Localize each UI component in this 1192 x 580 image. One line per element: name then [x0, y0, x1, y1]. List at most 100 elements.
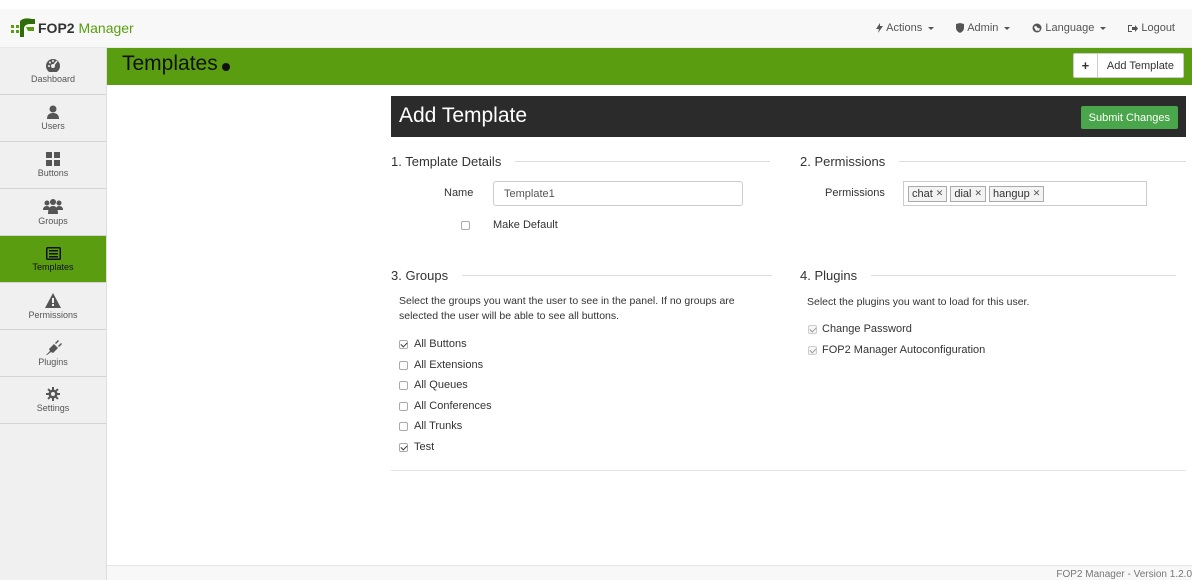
gear-icon: [46, 387, 60, 401]
group-label: All Trunks: [414, 420, 463, 432]
plugin-checkbox-autoconfiguration[interactable]: [808, 346, 817, 355]
plug-icon: [46, 339, 62, 355]
footer-version: FOP2 Manager - Version 1.2.0: [1056, 569, 1192, 580]
grid-icon: [46, 152, 60, 166]
sidebar: Dashboard Users Buttons Groups Templates…: [0, 48, 107, 580]
group-checkbox-all-conferences[interactable]: [399, 402, 408, 411]
permission-tag: dial ✕: [950, 185, 987, 202]
panel-title: Add Template: [399, 104, 528, 127]
plugin-label: Change Password: [822, 323, 912, 335]
user-icon: [47, 105, 59, 119]
make-default-checkbox[interactable]: [461, 221, 470, 230]
top-navbar: FOP2 Manager Actions Admin Language Logo…: [0, 0, 1192, 48]
sidebar-item-groups[interactable]: Groups: [0, 189, 106, 236]
add-template-panel-header: Add Template Submit Changes: [391, 96, 1186, 137]
sidebar-item-buttons[interactable]: Buttons: [0, 142, 106, 189]
group-label: All Extensions: [414, 359, 484, 371]
sidebar-label: Dashboard: [30, 74, 76, 84]
page-title: Templates: [122, 52, 230, 76]
plugin-checkbox-change-password[interactable]: [808, 325, 817, 334]
sidebar-item-templates[interactable]: Templates: [0, 236, 106, 283]
remove-tag-icon[interactable]: ✕: [974, 188, 982, 199]
add-template-label: Add Template: [1106, 59, 1174, 72]
section-heading: 4. Plugins: [800, 268, 858, 283]
plugin-label: FOP2 Manager Autoconfiguration: [822, 344, 986, 356]
caret-down-icon: [1100, 26, 1107, 30]
group-label: All Queues: [414, 379, 468, 391]
page-header: Templates + Add Template: [107, 48, 1192, 85]
group-icon: [43, 198, 63, 214]
add-template-button[interactable]: + Add Template: [1072, 53, 1184, 78]
shield-icon: [956, 23, 965, 33]
sidebar-label: Permissions: [28, 309, 78, 320]
list-icon: [45, 246, 61, 260]
panel-bottom-divider: [391, 470, 1186, 471]
actions-label: Actions: [886, 22, 923, 34]
section-plugins: 4. Plugins: [800, 268, 1177, 283]
group-checkbox-all-trunks[interactable]: [399, 422, 408, 431]
group-label: All Conferences: [414, 400, 492, 412]
section-groups: 3. Groups: [391, 268, 773, 283]
group-checkbox-all-buttons[interactable]: [399, 340, 408, 349]
permissions-tag-input[interactable]: chat ✕ dial ✕ hangup ✕: [903, 181, 1147, 206]
group-checkbox-all-queues[interactable]: [399, 381, 408, 390]
section-permissions: 2. Permissions: [800, 154, 1187, 169]
section-heading: 1. Template Details: [391, 154, 502, 169]
template-name-input[interactable]: Template1: [493, 181, 743, 206]
plugins-description: Select the plugins you want to load for …: [807, 296, 1030, 308]
section-divider: [899, 161, 1187, 162]
make-default-label: Make Default: [493, 219, 558, 231]
group-label: Test: [414, 441, 435, 453]
brand-name: FOP2 Manager: [38, 20, 134, 36]
tag-text: dial: [954, 187, 972, 200]
submit-changes-button[interactable]: Submit Changes: [1080, 106, 1178, 129]
sidebar-label: Settings: [36, 403, 70, 413]
bolt-icon: [876, 23, 884, 33]
sidebar-item-permissions[interactable]: Permissions: [0, 283, 106, 330]
remove-tag-icon[interactable]: ✕: [1033, 188, 1041, 199]
sidebar-item-dashboard[interactable]: Dashboard: [0, 48, 106, 95]
section-template-details: 1. Template Details: [391, 154, 771, 169]
group-label: All Buttons: [414, 338, 467, 350]
plus-icon: +: [1074, 54, 1098, 77]
tag-text: hangup: [993, 187, 1030, 200]
footer: FOP2 Manager - Version 1.2.0: [107, 565, 1192, 580]
page-title-text: Templates: [122, 52, 218, 75]
sidebar-item-settings[interactable]: Settings: [0, 377, 106, 424]
sidebar-item-users[interactable]: Users: [0, 95, 106, 142]
section-divider: [871, 275, 1177, 276]
sidebar-label: Buttons: [37, 168, 69, 178]
tag-text: chat: [912, 187, 933, 200]
sidebar-item-plugins[interactable]: Plugins: [0, 330, 106, 377]
sidebar-label: Users: [41, 121, 65, 131]
permission-tag: hangup ✕: [989, 185, 1045, 202]
permissions-label: Permissions: [825, 187, 885, 199]
group-checkbox-test[interactable]: [399, 443, 408, 452]
permission-tag: chat ✕: [908, 185, 948, 202]
sidebar-label: Templates: [32, 261, 74, 272]
brand[interactable]: FOP2 Manager: [10, 14, 134, 42]
dashboard-icon: [46, 59, 60, 72]
groups-description: Select the groups you want the user to s…: [399, 294, 735, 324]
sidebar-label: Groups: [38, 215, 68, 226]
warning-icon: [45, 292, 61, 308]
logout-icon: [1128, 24, 1139, 32]
info-icon[interactable]: [221, 63, 230, 71]
remove-tag-icon[interactable]: ✕: [936, 188, 944, 199]
name-label: Name: [444, 187, 474, 199]
caret-down-icon: [1004, 26, 1011, 30]
admin-label: Admin: [967, 22, 999, 34]
section-divider: [462, 275, 773, 276]
section-heading: 3. Groups: [391, 268, 449, 283]
group-checkbox-all-extensions[interactable]: [399, 361, 408, 370]
logout-link[interactable]: Logout: [1117, 22, 1186, 34]
logout-label: Logout: [1141, 22, 1175, 34]
section-heading: 2. Permissions: [800, 154, 886, 169]
language-label: Language: [1045, 22, 1095, 34]
groups-desc-line: Select the groups you want the user to s…: [399, 295, 735, 307]
admin-menu[interactable]: Admin: [945, 22, 1021, 34]
caret-down-icon: [928, 26, 935, 30]
globe-icon: [1032, 23, 1042, 33]
actions-menu[interactable]: Actions: [865, 22, 945, 34]
language-menu[interactable]: Language: [1021, 22, 1117, 34]
